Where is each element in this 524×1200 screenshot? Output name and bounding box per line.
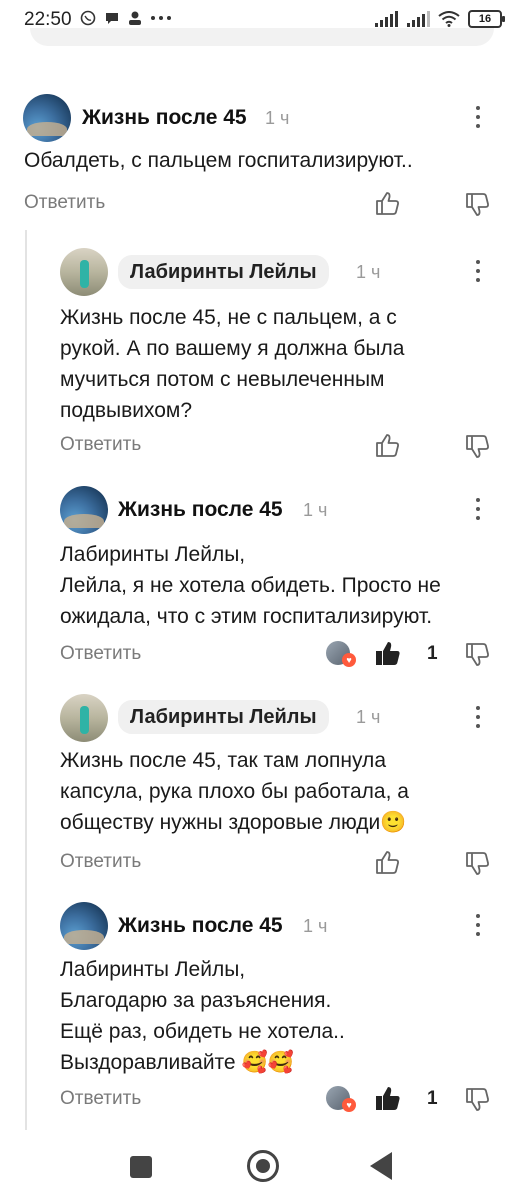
system-icons: 16 [374, 10, 505, 28]
comment-text: Жизнь после 45, не с пальцем, а с рукой.… [60, 306, 405, 422]
thread-line [25, 230, 27, 1130]
more-vertical-icon[interactable] [475, 498, 481, 520]
previous-card-edge [30, 28, 494, 46]
reply-button[interactable]: Ответить [60, 1088, 141, 1110]
avatar[interactable] [60, 694, 108, 742]
more-vertical-icon[interactable] [475, 260, 481, 282]
thumb-down-icon[interactable] [464, 434, 490, 460]
wifi-icon [438, 11, 460, 27]
comment-time: 1 ч [356, 707, 381, 727]
notification-icons [80, 10, 172, 26]
avatar[interactable] [60, 486, 108, 534]
back-icon[interactable] [370, 1152, 392, 1180]
home-icon[interactable] [247, 1150, 279, 1182]
comment-text: Жизнь после 45, так там лопнула капсула,… [60, 749, 409, 834]
recents-icon[interactable] [130, 1156, 152, 1178]
likes-count: 1 [427, 1088, 438, 1109]
battery-icon: 16 [468, 10, 505, 28]
comment-author[interactable]: Жизнь после 45 [82, 106, 247, 130]
more-notifications-icon [151, 16, 171, 20]
likes-count: 1 [427, 643, 438, 664]
signal-2-icon [407, 11, 430, 27]
signal-icon [375, 11, 398, 27]
comment-time: 1 ч [303, 916, 328, 936]
reply-button[interactable]: Ответить [60, 434, 141, 456]
reply-button[interactable]: Ответить [60, 643, 141, 665]
thumb-up-icon[interactable] [374, 190, 400, 216]
more-vertical-icon[interactable] [475, 106, 481, 128]
thumb-up-icon[interactable] [374, 849, 400, 875]
comment-author[interactable]: Жизнь после 45 [118, 498, 283, 522]
reply-button[interactable]: Ответить [24, 192, 105, 214]
thumb-down-icon[interactable] [464, 192, 490, 218]
heart-icon: ♥ [342, 653, 356, 667]
thumb-down-icon[interactable] [464, 1087, 490, 1113]
thumb-up-icon[interactable] [374, 1085, 400, 1111]
thumb-down-icon[interactable] [464, 642, 490, 668]
thumb-up-icon[interactable] [374, 640, 400, 666]
comment-author[interactable]: Жизнь после 45 [118, 914, 283, 938]
comment-text: Лабиринты Лейлы, Благодарю за разъяснени… [60, 958, 345, 1074]
avatar[interactable] [60, 902, 108, 950]
thumb-up-icon[interactable] [374, 432, 400, 458]
more-vertical-icon[interactable] [475, 706, 481, 728]
comment-time: 1 ч [356, 262, 381, 282]
navigation-bar [0, 1136, 524, 1200]
avatar[interactable] [60, 248, 108, 296]
comment-text: Лабиринты Лейлы, Лейла, я не хотела обид… [60, 543, 441, 628]
person-icon [129, 11, 141, 25]
more-vertical-icon[interactable] [475, 914, 481, 936]
comment-author[interactable]: Лабиринты Лейлы [118, 255, 329, 289]
comment-time: 1 ч [265, 108, 290, 128]
chat-icon [106, 13, 118, 24]
heart-icon: ♥ [342, 1098, 356, 1112]
comment-author[interactable]: Лабиринты Лейлы [118, 700, 329, 734]
viber-icon [80, 10, 96, 26]
thumb-down-icon[interactable] [464, 851, 490, 877]
comment-time: 1 ч [303, 500, 328, 520]
reply-button[interactable]: Ответить [60, 851, 141, 873]
comment-text: Обалдеть, с пальцем госпитализируют.. [24, 149, 413, 172]
avatar[interactable] [23, 94, 71, 142]
